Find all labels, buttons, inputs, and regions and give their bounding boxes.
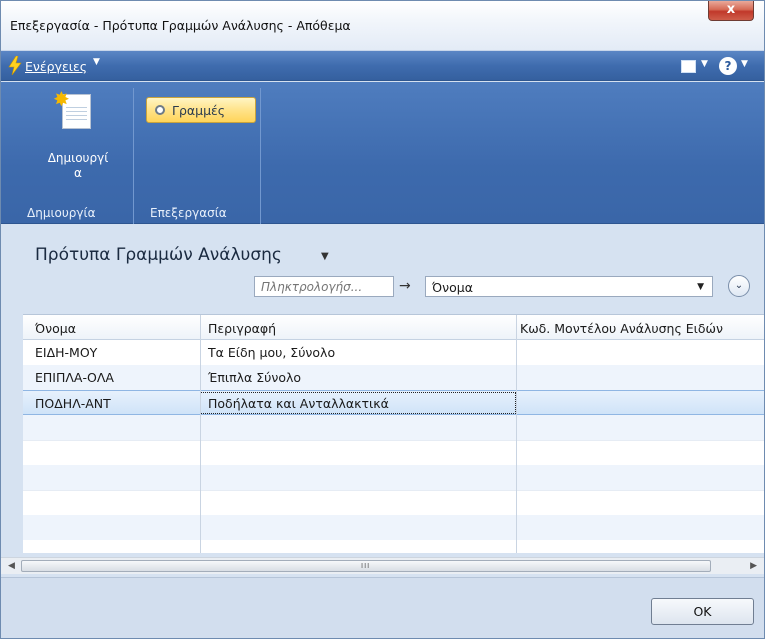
expand-filter-icon[interactable]: ⌄ <box>728 275 750 297</box>
table-row[interactable]: ΕΠΙΠΛΑ-ΟΛΑ Έπιπλα Σύνολο <box>23 365 764 390</box>
action-bar: Ενέργειες ▼ ▼ ? ▼ <box>1 51 764 81</box>
list-area: Πρότυπα Γραμμών Ανάλυσης ▼ → Όνομα ▼ ⌄ Ό… <box>1 225 764 625</box>
window-title: Επεξεργασία - Πρότυπα Γραμμών Ανάλυσης -… <box>10 18 351 33</box>
empty-row[interactable] <box>23 465 764 490</box>
star-icon: ✸ <box>53 87 70 111</box>
actions-menu[interactable]: Ενέργειες <box>25 59 87 74</box>
scroll-left-icon[interactable]: ◀ <box>8 561 15 571</box>
lightning-icon <box>8 56 22 75</box>
scroll-right-icon[interactable]: ▶ <box>750 561 757 571</box>
table-row[interactable]: ΕΙΔΗ-ΜΟΥ Τα Είδη μου, Σύνολο <box>23 340 764 365</box>
chevron-down-icon[interactable]: ▼ <box>701 59 708 69</box>
help-icon[interactable]: ? <box>719 57 737 75</box>
column-header-description[interactable]: Περιγραφή <box>208 321 276 336</box>
cell-name: ΕΠΙΠΛΑ-ΟΛΑ <box>35 370 114 385</box>
chevron-down-icon[interactable]: ▼ <box>93 57 100 67</box>
ok-button[interactable]: OK <box>651 598 754 625</box>
row-divider <box>23 440 764 441</box>
arrow-right-icon[interactable]: → <box>399 278 411 294</box>
row-divider <box>23 490 764 491</box>
close-icon: x <box>726 2 736 17</box>
column-separator <box>200 315 201 553</box>
search-input[interactable] <box>255 277 393 296</box>
filter-text-input[interactable] <box>254 276 394 297</box>
ribbon-group-edit: Γραμμές Επεξεργασία <box>137 88 261 224</box>
cell-description: Τα Είδη μου, Σύνολο <box>208 345 336 360</box>
ribbon-group-create: ✸ Δημιουργί α Δημιουργία <box>23 87 134 224</box>
layout-icon[interactable] <box>681 60 696 73</box>
dialog-footer: OK <box>1 577 764 638</box>
column-header-model-code[interactable]: Κωδ. Μοντέλου Ανάλυσης Ειδών <box>520 321 723 336</box>
grip-icon: III <box>361 562 371 570</box>
lines-button[interactable]: Γραμμές <box>146 97 256 123</box>
title-bar: Επεξεργασία - Πρότυπα Γραμμών Ανάλυσης -… <box>1 1 764 51</box>
lines-button-label: Γραμμές <box>172 103 226 118</box>
scrollbar-thumb[interactable]: III <box>21 560 711 572</box>
data-grid: Όνομα Περιγραφή Κωδ. Μοντέλου Ανάλυσης Ε… <box>23 314 764 553</box>
ribbon: ✸ Δημιουργί α Δημιουργία Γραμμές Επεξεργα… <box>1 82 764 224</box>
column-separator <box>516 315 517 553</box>
cell-description: Έπιπλα Σύνολο <box>208 370 302 385</box>
table-row-selected[interactable]: ΠΟΔΗΛ-ΑΝΤ Ποδήλατα και Ανταλλακτικά <box>23 390 764 415</box>
ribbon-group-label: Δημιουργία <box>27 206 96 220</box>
close-button[interactable]: x <box>708 1 754 21</box>
page-title[interactable]: Πρότυπα Γραμμών Ανάλυσης <box>35 245 282 265</box>
new-button[interactable]: ✸ Δημιουργί α <box>23 87 133 192</box>
column-header-name[interactable]: Όνομα <box>35 321 76 336</box>
dialog-window: Επεξεργασία - Πρότυπα Γραμμών Ανάλυσης -… <box>0 0 765 639</box>
empty-row[interactable] <box>23 415 764 440</box>
cell-name: ΠΟΔΗΛ-ΑΝΤ <box>35 396 111 411</box>
horizontal-scrollbar[interactable]: ◀ III ▶ <box>1 557 764 574</box>
chevron-down-icon[interactable]: ▼ <box>741 59 748 69</box>
lines-icon <box>155 105 165 115</box>
cell-focus-outline <box>200 392 516 414</box>
grid-header: Όνομα Περιγραφή Κωδ. Μοντέλου Ανάλυσης Ε… <box>23 315 764 340</box>
chevron-down-icon[interactable]: ▼ <box>321 251 329 262</box>
chevron-down-icon: ▼ <box>697 282 704 292</box>
filter-field-value: Όνομα <box>432 280 473 295</box>
empty-row[interactable] <box>23 515 764 540</box>
cell-name: ΕΙΔΗ-ΜΟΥ <box>35 345 98 360</box>
new-button-label: Δημιουργί α <box>47 151 109 180</box>
filter-field-select[interactable]: Όνομα ▼ <box>425 276 713 297</box>
ribbon-group-label: Επεξεργασία <box>150 206 227 220</box>
